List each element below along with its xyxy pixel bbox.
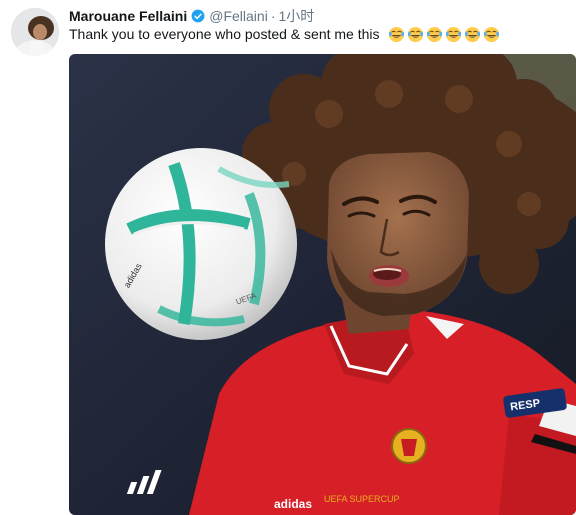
football-icon: adidas UEFA — [105, 148, 297, 340]
timestamp[interactable]: 1小时 — [279, 7, 315, 25]
face-with-tears-of-joy-icon — [483, 26, 499, 42]
photo-illustration: RESP adidas UEFA SUPERCUP adidas UEFA — [69, 54, 576, 515]
face-with-tears-of-joy-icon — [426, 26, 442, 42]
face-with-tears-of-joy-icon — [407, 26, 423, 42]
face-with-tears-of-joy-icon — [464, 26, 480, 42]
avatar-image — [11, 8, 59, 56]
tweet-photo[interactable]: RESP adidas UEFA SUPERCUP adidas UEFA — [69, 54, 576, 515]
adidas-wordmark: adidas — [274, 497, 312, 511]
tweet-body: Thank you to everyone who posted & sent … — [69, 24, 500, 44]
username-handle[interactable]: @Fellaini — [209, 7, 268, 25]
shirt-print-text: UEFA SUPERCUP — [324, 494, 400, 504]
tweet-header: Marouane Fellaini @Fellaini · 1小时 — [69, 7, 314, 25]
display-name[interactable]: Marouane Fellaini — [69, 7, 187, 25]
separator-dot: · — [270, 8, 276, 24]
tweet-text: Thank you to everyone who posted & sent … — [69, 26, 380, 42]
verified-badge-icon — [191, 9, 205, 23]
tweet-card: Marouane Fellaini @Fellaini · 1小时 Thank … — [0, 0, 576, 515]
face-with-tears-of-joy-icon — [445, 26, 461, 42]
face-with-tears-of-joy-icon — [388, 26, 404, 42]
avatar[interactable] — [11, 8, 59, 56]
